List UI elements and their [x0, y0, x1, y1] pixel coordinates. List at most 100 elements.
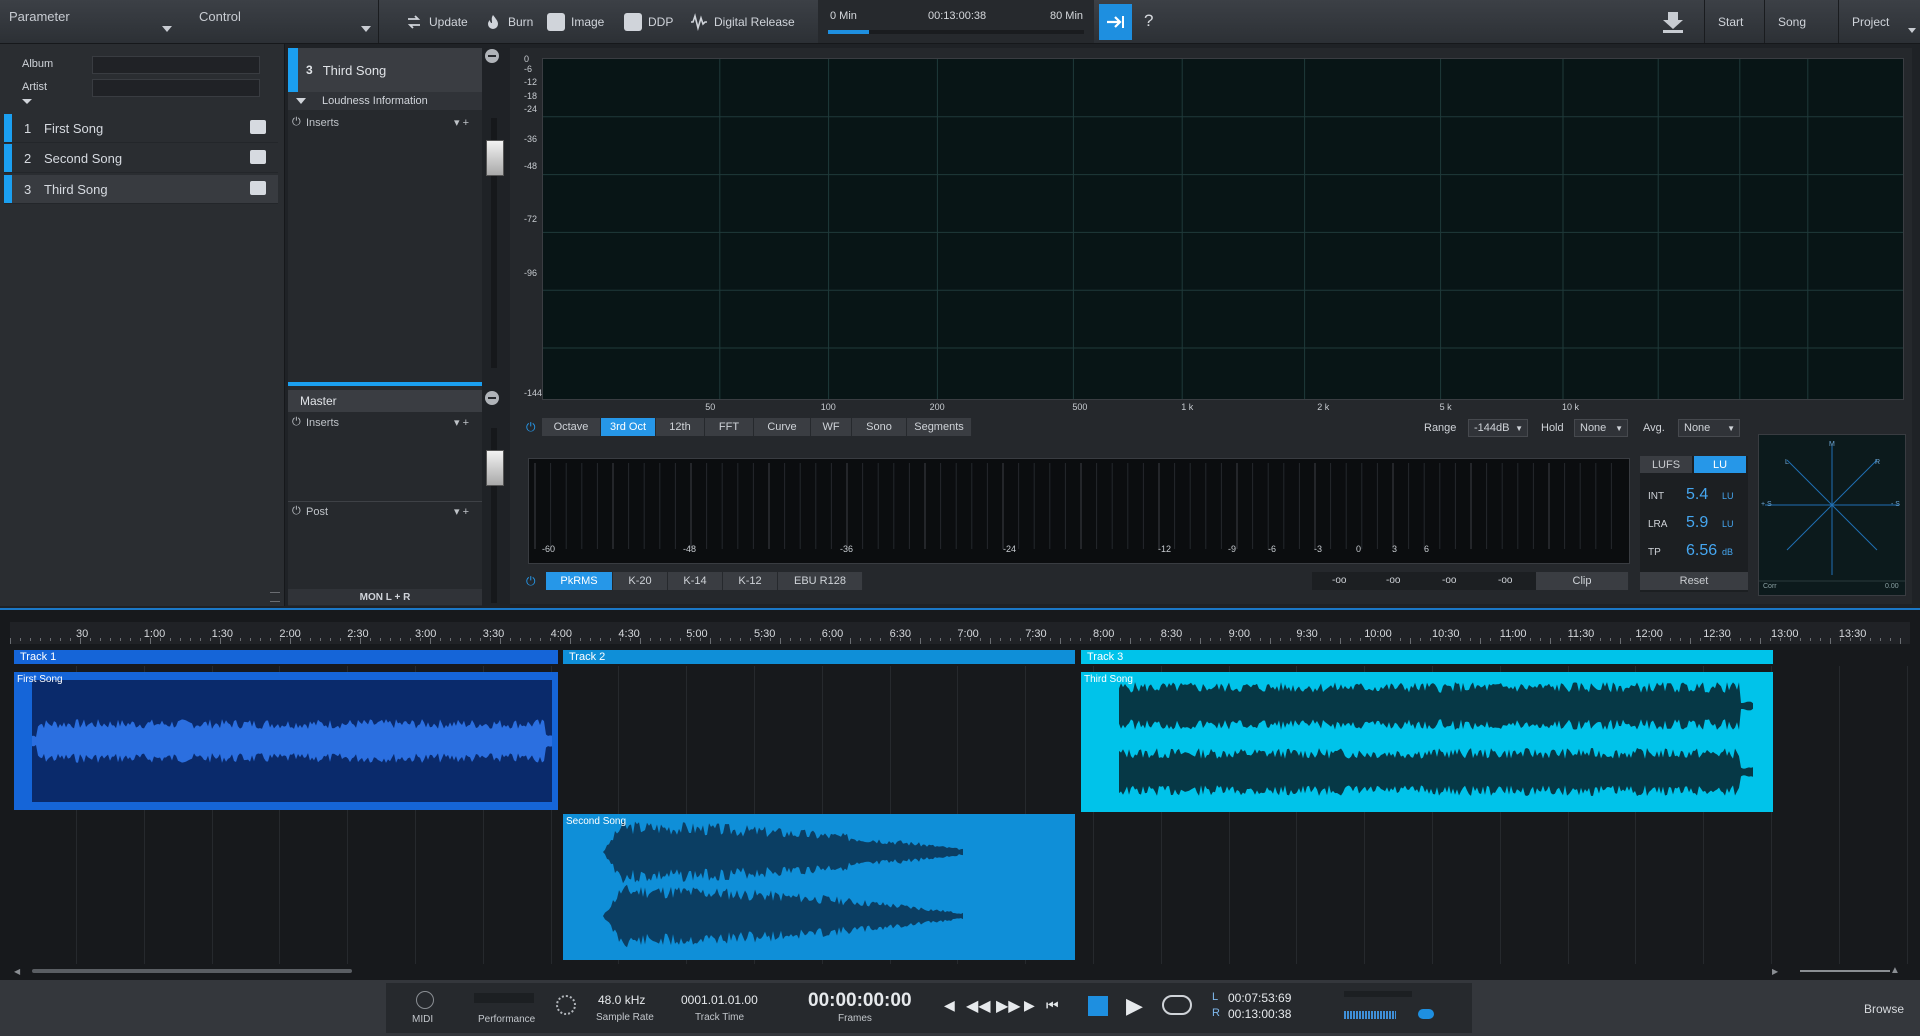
scrollbar-thumb[interactable]	[32, 969, 352, 973]
avg-dropdown[interactable]: None ▼	[1678, 419, 1740, 437]
meter-mode-k-12[interactable]: K-12	[723, 572, 778, 590]
meter-mode-k-14[interactable]: K-14	[668, 572, 723, 590]
plus-s-label: + S	[1761, 501, 1772, 508]
insert-menu-icon[interactable]: ▾ +	[454, 116, 469, 129]
next-marker-icon[interactable]: ▶	[1024, 997, 1035, 1014]
analyzer-mode-12th[interactable]: 12th	[656, 418, 705, 436]
meter-power-icon[interactable]: ⏻	[526, 574, 536, 589]
export-button[interactable]	[1099, 4, 1132, 40]
download-icon[interactable]	[1660, 10, 1686, 34]
album-field[interactable]	[92, 56, 260, 74]
ruler-tick	[170, 638, 171, 641]
song-tab[interactable]: Song	[1778, 10, 1806, 34]
meter-mode-pkrms[interactable]: PkRMS	[546, 572, 613, 590]
spectrum-y-tick: -18	[524, 90, 538, 101]
ruler-tick	[1410, 638, 1411, 644]
peak-readout: -oo	[1332, 575, 1347, 586]
play-button[interactable]: ▶	[1126, 993, 1143, 1019]
song-channel-settings-icon[interactable]	[484, 48, 504, 68]
digital-release-button[interactable]: Digital Release	[690, 10, 795, 34]
zoom-in-icon[interactable]: ▲	[1890, 965, 1900, 976]
loudness-info-row[interactable]: Loudness Information	[288, 92, 482, 110]
start-tab[interactable]: Start	[1718, 10, 1743, 34]
inserts-panel: 3 Third Song Loudness Information ⏻ Inse…	[288, 48, 504, 606]
loop-icon[interactable]	[1162, 995, 1192, 1015]
analyzer-mode-wf[interactable]: WF	[811, 418, 852, 436]
dropdown-arrow-icon: ▼	[1615, 423, 1623, 433]
second-song-clip[interactable]: Second Song	[563, 814, 1075, 960]
power-icon[interactable]: ⏻	[292, 505, 301, 518]
ruler-tick	[1360, 638, 1361, 641]
scroll-right-icon[interactable]: ▶	[1772, 967, 1778, 976]
song-list-item[interactable]: 1 First Song	[4, 114, 278, 143]
parameter-dropdown-icon[interactable]	[162, 26, 172, 32]
analyzer-mode-octave[interactable]: Octave	[542, 418, 601, 436]
track-3-header[interactable]: Track 3	[1081, 650, 1773, 664]
master-volume-fader[interactable]	[486, 450, 504, 486]
lu-button[interactable]: LU	[1694, 456, 1746, 473]
song-list-item[interactable]: 2 Second Song	[4, 144, 278, 173]
waveform-icon	[691, 13, 707, 31]
dropdown-arrow-icon: ▼	[1727, 423, 1735, 433]
ruler-tick	[410, 638, 411, 641]
ruler-tick	[1880, 638, 1881, 641]
first-song-clip[interactable]: First Song	[14, 672, 558, 810]
artist-field[interactable]	[92, 79, 260, 97]
update-button[interactable]: Update	[405, 10, 468, 34]
meter-tick: 6	[1424, 544, 1430, 554]
fast-forward-icon[interactable]: ▶▶	[996, 996, 1021, 1016]
meter-mode-ebu-r128[interactable]: EBU R128	[778, 572, 863, 590]
track-1-header[interactable]: Track 1	[14, 650, 558, 664]
track-2-header[interactable]: Track 2	[563, 650, 1075, 664]
analyzer-mode-sono[interactable]: Sono	[852, 418, 907, 436]
hold-dropdown[interactable]: None ▼	[1574, 419, 1628, 437]
ruler-tick	[1340, 638, 1341, 644]
analyzer-mode-fft[interactable]: FFT	[705, 418, 754, 436]
stop-button[interactable]	[1088, 996, 1108, 1016]
song-volume-fader[interactable]	[486, 140, 504, 176]
scroll-left-icon[interactable]: ◀	[14, 967, 20, 976]
help-button[interactable]: ?	[1144, 11, 1153, 31]
ruler-tick	[1430, 638, 1431, 641]
ruler-tick-label: 10:00	[1364, 628, 1392, 640]
power-icon[interactable]: ⏻	[292, 416, 301, 429]
ruler-tick-label: 9:30	[1296, 628, 1318, 640]
ruler-tick	[610, 638, 611, 641]
album-expand-icon[interactable]	[22, 99, 32, 104]
analyzer-mode-3rd-oct[interactable]: 3rd Oct	[601, 418, 656, 436]
monitor-output-label[interactable]: MON L + R	[288, 589, 482, 605]
image-button[interactable]: Image	[547, 10, 604, 34]
midi-icon[interactable]	[416, 991, 434, 1009]
song-list-item-selected[interactable]: 3 Third Song	[4, 175, 278, 204]
timeline-scrollbar[interactable]: ◀ ▶ ▲	[10, 965, 1910, 976]
ruler-tick	[1460, 638, 1461, 641]
control-dropdown-icon[interactable]	[361, 26, 371, 32]
metronome-toggle[interactable]	[1418, 1009, 1434, 1019]
browse-button[interactable]: Browse	[1864, 1002, 1904, 1016]
master-settings-icon[interactable]	[484, 390, 504, 410]
return-to-start-icon[interactable]: ⏮	[1046, 997, 1059, 1014]
loudness-reset-button[interactable]: Reset	[1640, 572, 1748, 590]
analyzer-mode-segments[interactable]: Segments	[907, 418, 972, 436]
ddp-button[interactable]: DDP	[624, 10, 673, 34]
ruler-tick	[10, 638, 11, 644]
project-dropdown-icon[interactable]	[1908, 28, 1916, 33]
list-resize-handle[interactable]	[270, 592, 280, 602]
meter-mode-k-20[interactable]: K-20	[613, 572, 668, 590]
ruler-tick	[540, 638, 541, 641]
clip-button[interactable]: Clip	[1536, 572, 1629, 590]
insert-menu-icon[interactable]: ▾ +	[454, 505, 469, 518]
previous-marker-icon[interactable]: ◀	[944, 997, 955, 1014]
burn-button[interactable]: Burn	[484, 10, 533, 34]
lufs-button[interactable]: LUFS	[1640, 456, 1692, 473]
project-tab[interactable]: Project	[1852, 10, 1889, 34]
analyzer-mode-curve[interactable]: Curve	[754, 418, 811, 436]
power-icon[interactable]: ⏻	[292, 116, 301, 129]
range-dropdown[interactable]: -144dB ▼	[1468, 419, 1528, 437]
third-song-clip[interactable]: Third Song	[1081, 672, 1773, 812]
rewind-icon[interactable]: ◀◀	[966, 996, 991, 1016]
insert-menu-icon[interactable]: ▾ +	[454, 416, 469, 429]
ruler-tick	[140, 638, 141, 641]
zoom-slider[interactable]	[1800, 970, 1890, 972]
analyzer-power-icon[interactable]: ⏻	[526, 420, 536, 435]
